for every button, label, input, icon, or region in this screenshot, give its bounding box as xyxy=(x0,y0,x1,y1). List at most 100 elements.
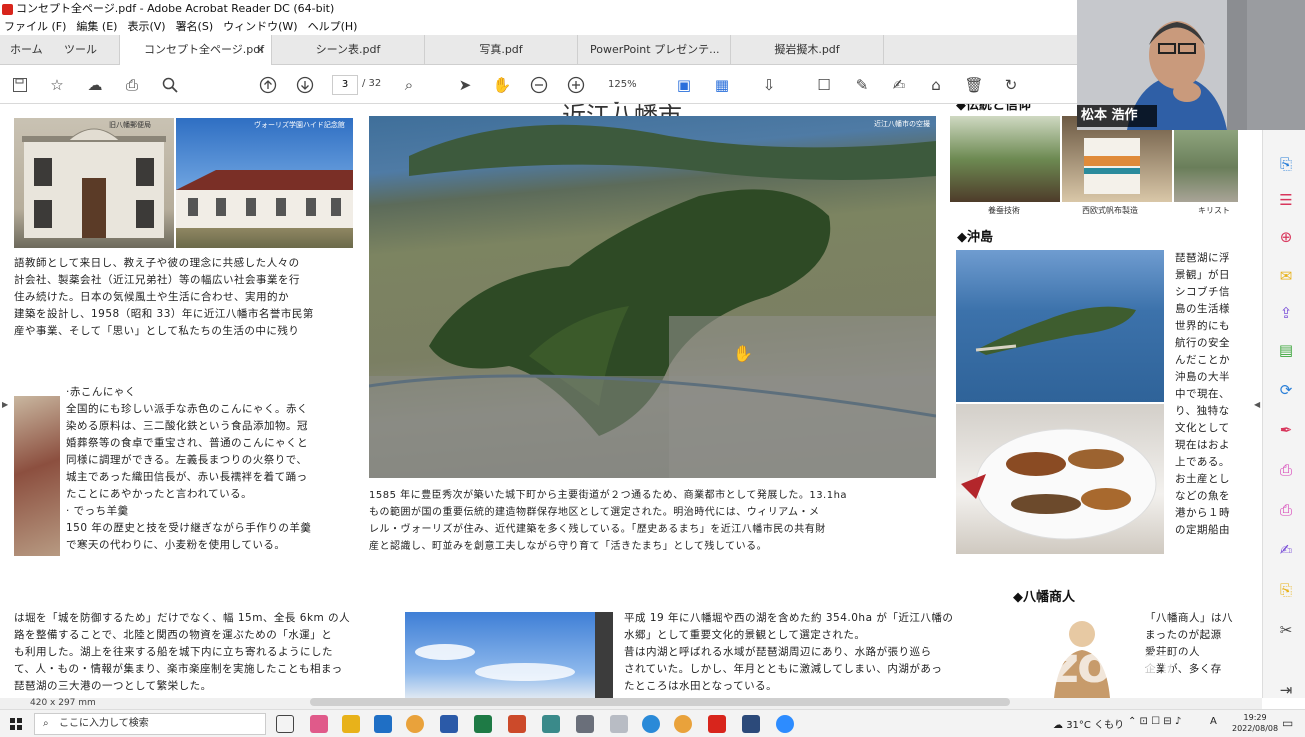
collapse-panel-icon[interactable]: ⇥ xyxy=(1276,680,1296,700)
edge-icon[interactable] xyxy=(642,715,660,733)
windows-start-icon[interactable] xyxy=(10,718,22,730)
app-icon[interactable] xyxy=(542,715,560,733)
zoom-app-icon[interactable] xyxy=(776,715,794,733)
export-pdf-icon[interactable]: ⎘ xyxy=(1276,154,1296,174)
calculator-icon[interactable] xyxy=(576,715,594,733)
weather-text: 31°C くもり xyxy=(1066,720,1125,731)
hand-tool-icon[interactable]: ✋ xyxy=(491,74,513,96)
share-icon[interactable]: ⎘ xyxy=(1276,580,1296,600)
text-line: て、人・もの・情報が集まり、楽市楽座制を実施したことも相まっ xyxy=(14,663,343,675)
text-line: 1585 年に豊臣秀次が築いた城下町から主要街道が２つ通るため、商業都市として発… xyxy=(369,490,848,501)
sign-icon[interactable]: ✍ xyxy=(1276,540,1296,560)
tab-powerpoint[interactable]: PowerPoint プレゼンテ... xyxy=(578,35,731,65)
text-line: 景観」が日 xyxy=(1175,269,1230,281)
tab-active-document[interactable]: コンセプト全ページ.pdf × xyxy=(120,35,272,65)
menu-edit[interactable]: 編集 (E) xyxy=(76,18,117,35)
fit-page-icon[interactable]: ▣ xyxy=(673,74,695,96)
page-number-input[interactable]: 3 xyxy=(332,75,358,95)
chrome-icon[interactable] xyxy=(406,715,424,733)
create-pdf-icon[interactable]: ⊕ xyxy=(1276,227,1296,247)
moat-description: は堀を「城を防御するため」だけでなく、幅 15m、全長 6km の人 路を整備す… xyxy=(14,610,394,695)
text-line: 路を整備することで、北陸と関西の物資を運ぶための「水運」と xyxy=(14,629,333,641)
page-up-icon[interactable] xyxy=(257,74,279,96)
file-explorer-icon[interactable] xyxy=(342,715,360,733)
cloud-upload-icon[interactable]: ☁ xyxy=(84,74,106,96)
page-total: / 32 xyxy=(362,78,382,89)
close-tab-icon[interactable]: × xyxy=(256,35,265,65)
text-line: で寒天の代わりに、小麦粉を使用している。 xyxy=(66,539,286,551)
powerpoint-icon[interactable] xyxy=(508,715,526,733)
horizontal-scrollbar[interactable] xyxy=(310,698,1010,706)
clock-date: 2022/08/08 xyxy=(1232,724,1279,733)
menu-help[interactable]: ヘルプ(H) xyxy=(308,18,358,35)
photo-sericulture xyxy=(950,116,1060,202)
excel-icon[interactable] xyxy=(474,715,492,733)
taskbar-search-input[interactable]: ⌕ ここに入力して検索 xyxy=(34,713,266,735)
stamp-icon[interactable]: ⌂ xyxy=(925,74,947,96)
save-icon[interactable] xyxy=(9,74,31,96)
app-icon[interactable] xyxy=(610,715,628,733)
outlook-icon[interactable] xyxy=(374,715,392,733)
protect-pdf-icon[interactable]: ⎙ xyxy=(1276,460,1296,480)
tab-scene-table[interactable]: シーン表.pdf xyxy=(272,35,425,65)
tray-icons[interactable]: ⌃ ⊡ ☐ ⊟ ♪ xyxy=(1128,716,1181,727)
notification-icon[interactable]: ▭ xyxy=(1282,716,1293,730)
organize-pages-icon[interactable]: ☰ xyxy=(1276,190,1296,210)
more-tools-icon[interactable]: ✂ xyxy=(1276,620,1296,640)
draw-icon[interactable]: ✍ xyxy=(888,74,910,96)
zoom-in-icon[interactable] xyxy=(565,74,587,96)
menu-view[interactable]: 表示(V) xyxy=(127,18,165,35)
comment-tool-icon[interactable]: ✉ xyxy=(1276,266,1296,286)
page-search-icon[interactable]: ⌕ xyxy=(398,74,420,96)
scroll-mode-icon[interactable]: ▦ xyxy=(711,74,733,96)
acrobat-taskbar-icon[interactable] xyxy=(708,715,726,733)
menu-file[interactable]: ファイル (F) xyxy=(4,18,66,35)
word-icon[interactable] xyxy=(440,715,458,733)
zoom-level-select[interactable]: 125% ▾ xyxy=(600,75,658,110)
search-placeholder: ここに入力して検索 xyxy=(59,718,149,729)
acrobat-icon xyxy=(2,3,13,15)
text-line: 平成 19 年に八幡堀や西の湖を含めた約 354.0ha が「近江八幡の xyxy=(624,612,954,624)
tab-giganggimoku[interactable]: 擬岩擬木.pdf xyxy=(731,35,884,65)
text-line: もの範囲が国の重要伝統的建造物群保存地区として選定された。明治時代には、ウィリア… xyxy=(369,507,820,518)
tab-tools[interactable]: ツール xyxy=(58,35,120,65)
text-line: 世界的にも xyxy=(1175,320,1230,332)
comment-icon[interactable]: ☐ xyxy=(813,74,835,96)
page-down-icon[interactable] xyxy=(294,74,316,96)
weather-widget[interactable]: ☁ 31°C くもり xyxy=(1053,716,1124,731)
star-icon[interactable]: ☆ xyxy=(46,74,68,96)
scan-icon[interactable]: ⟳ xyxy=(1276,380,1296,400)
konnyaku-description: ·赤こんにゃく 全国的にも珍しい派手な赤色のこんにゃく。赤く 染める原料は、三二… xyxy=(66,384,356,554)
zoom-search-icon[interactable] xyxy=(159,74,181,96)
menu-window[interactable]: ウィンドウ(W) xyxy=(223,18,297,35)
chrome-icon[interactable] xyxy=(674,715,692,733)
caption-christ: キリスト xyxy=(1198,206,1230,215)
menu-sign[interactable]: 署名(S) xyxy=(176,18,214,35)
compress-pdf-icon[interactable]: ⎙ xyxy=(1276,500,1296,520)
text-line: 150 年の歴史と技を受け継ぎながら手作りの羊羹 xyxy=(66,522,312,534)
app-icon[interactable] xyxy=(310,715,328,733)
photo-konnyaku xyxy=(14,396,60,556)
highlight-pen-icon[interactable]: ✎ xyxy=(851,74,873,96)
left-panel-toggle-icon[interactable]: ▶ xyxy=(2,400,8,409)
ime-indicator[interactable]: A xyxy=(1210,716,1217,727)
text-line: などの魚を xyxy=(1175,490,1230,502)
pdf-document-view[interactable]: 近江八幡市 旧八幡郵便局 ヴォーリズ学園ハイド記念館 語教師として来日し、教え子… xyxy=(0,104,1262,698)
tab-photos[interactable]: 写真.pdf xyxy=(425,35,578,65)
task-view-icon[interactable] xyxy=(276,715,294,733)
delete-icon[interactable]: 🗑 xyxy=(963,74,985,96)
print-icon[interactable]: ⎙ xyxy=(121,74,143,96)
vories-description: 語教師として来日し、教え子や彼の理念に共感した人々の 計会社、製薬会社（近江兄弟… xyxy=(14,255,354,340)
tab-home[interactable]: ホーム xyxy=(0,35,58,65)
export-excel-icon[interactable]: ▤ xyxy=(1276,340,1296,360)
clock[interactable]: 19:29 2022/08/08 xyxy=(1232,712,1278,734)
text-line: 島の生活様 xyxy=(1175,303,1230,315)
download-icon[interactable]: ⇩ xyxy=(758,74,780,96)
zoom-out-icon[interactable] xyxy=(528,74,550,96)
right-panel-toggle-icon[interactable]: ◀ xyxy=(1254,400,1260,409)
select-cursor-icon[interactable]: ➤ xyxy=(454,74,476,96)
fill-sign-icon[interactable]: ✒ xyxy=(1276,420,1296,440)
send-pdf-icon[interactable]: ⇪ xyxy=(1276,303,1296,323)
rotate-icon[interactable]: ↻ xyxy=(1000,74,1022,96)
photos-icon[interactable] xyxy=(742,715,760,733)
